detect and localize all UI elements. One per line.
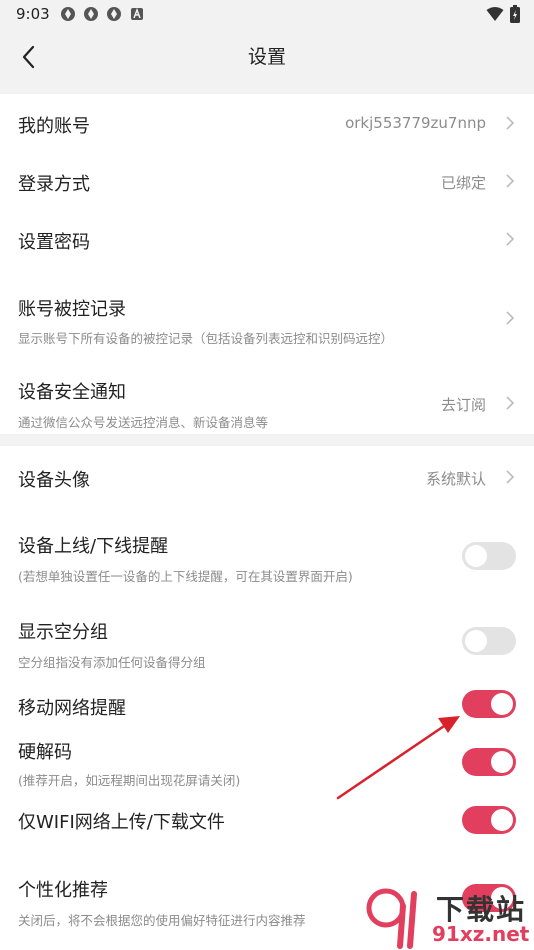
device-avatar-row[interactable]: 设备头像 系统默认 <box>0 446 534 508</box>
show-empty-group-toggle[interactable] <box>462 627 516 655</box>
status-bar: 9:03 <box>0 0 534 28</box>
row-title: 移动网络提醒 <box>18 698 126 719</box>
app-notification-icon <box>84 7 98 21</box>
title-bar: 设置 <box>0 28 534 94</box>
chevron-right-icon <box>506 116 515 130</box>
row-title: 设备上线/下线提醒 <box>18 536 169 557</box>
account-id-value: orkj553779zu7nnp <box>345 114 486 132</box>
status-time: 9:03 <box>16 5 50 23</box>
wifi-icon <box>486 7 504 21</box>
row-subtitle: 通过微信公众号发送远控消息、新设备消息等 <box>18 415 269 430</box>
account-control-records-row[interactable]: 账号被控记录 显示账号下所有设备的被控记录（包括设备列表远控和识别码远控） <box>0 268 534 352</box>
chevron-right-icon <box>506 232 515 246</box>
chevron-right-icon <box>506 174 515 188</box>
app-notification-icon <box>61 7 75 21</box>
hardware-decoding-row: 硬解码 (推荐开启，如远程期间出现花屏请关闭) <box>0 732 534 790</box>
row-subtitle: 显示账号下所有设备的被控记录（包括设备列表远控和识别码远控） <box>18 331 394 346</box>
login-method-value: 已绑定 <box>440 174 486 192</box>
device-online-offline-row: 设备上线/下线提醒 (若想单独设置任一设备的上下线提醒，可在其设置界面开启) <box>0 508 534 596</box>
show-empty-group-row: 显示空分组 空分组指没有添加任何设备得分组 <box>0 596 534 682</box>
row-title: 显示空分组 <box>18 622 108 643</box>
text-notification-icon <box>131 7 143 20</box>
row-title: 设置密码 <box>18 232 90 253</box>
toggle-knob <box>491 809 513 831</box>
wifi-only-transfer-toggle[interactable] <box>462 806 516 834</box>
row-title: 账号被控记录 <box>18 299 126 320</box>
device-avatar-value: 系统默认 <box>425 470 486 488</box>
toggle-knob <box>465 630 487 652</box>
chevron-right-icon <box>506 396 515 410</box>
hardware-decoding-toggle[interactable] <box>462 748 516 776</box>
row-title: 仅WIFI网络上传/下载文件 <box>18 812 225 833</box>
toggle-knob <box>491 751 513 773</box>
app-notification-icon <box>107 7 121 21</box>
account-settings-card: 我的账号 orkj553779zu7nnp 登录方式 已绑定 设置密码 账号被控… <box>0 94 534 434</box>
toggle-knob <box>491 693 513 715</box>
battery-icon <box>510 5 520 23</box>
online-offline-alert-toggle[interactable] <box>462 542 516 570</box>
row-subtitle: 空分组指没有添加任何设备得分组 <box>18 655 206 670</box>
row-subtitle: (推荐开启，如远程期间出现花屏请关闭) <box>18 773 241 788</box>
row-title: 硬解码 <box>18 742 72 763</box>
chevron-right-icon <box>506 311 515 325</box>
row-subtitle: (若想单独设置任一设备的上下线提醒，可在其设置界面开启) <box>18 569 353 584</box>
site-watermark: 下载站 91xz.net <box>362 886 534 950</box>
subscribe-link[interactable]: 去订阅 <box>441 394 486 415</box>
row-title: 个性化推荐 <box>18 880 108 901</box>
page-title: 设置 <box>247 46 286 68</box>
mobile-network-alert-row: 移动网络提醒 <box>0 682 534 732</box>
wifi-only-transfer-row: 仅WIFI网络上传/下载文件 <box>0 790 534 848</box>
row-title: 设备头像 <box>18 470 90 491</box>
device-security-notice-row[interactable]: 设备安全通知 通过微信公众号发送远控消息、新设备消息等 去订阅 <box>0 352 534 434</box>
watermark-domain: 91xz.net <box>430 922 532 946</box>
device-settings-card: 设备头像 系统默认 设备上线/下线提醒 (若想单独设置任一设备的上下线提醒，可在… <box>0 446 534 950</box>
row-subtitle: 关闭后，将不会根据您的使用偏好特征进行内容推荐 <box>18 913 306 928</box>
row-title: 我的账号 <box>18 116 90 137</box>
set-password-row[interactable]: 设置密码 <box>0 210 534 268</box>
login-method-row[interactable]: 登录方式 已绑定 <box>0 152 534 210</box>
row-title: 设备安全通知 <box>18 382 126 403</box>
row-title: 登录方式 <box>18 174 90 195</box>
mobile-network-alert-toggle[interactable] <box>462 690 516 718</box>
toggle-knob <box>465 545 487 567</box>
my-account-row[interactable]: 我的账号 orkj553779zu7nnp <box>0 94 534 152</box>
watermark-logo-icon <box>366 888 417 949</box>
system-status-icons <box>486 5 520 23</box>
notification-icons <box>60 6 145 22</box>
chevron-right-icon <box>506 470 515 484</box>
